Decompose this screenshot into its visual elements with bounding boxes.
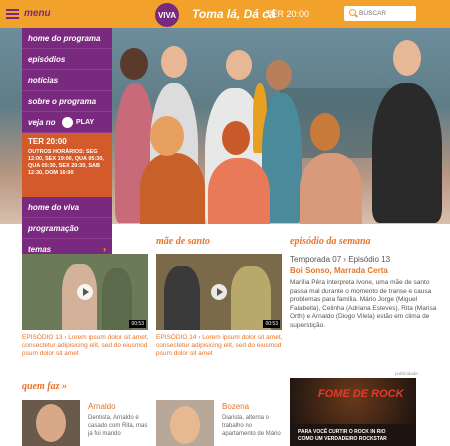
video-duration: 00:53	[129, 320, 146, 328]
search-icon[interactable]	[349, 9, 356, 16]
menu-item-programacao[interactable]: programação	[22, 218, 112, 239]
menu-item-noticias[interactable]: notícias	[22, 70, 112, 91]
play-icon[interactable]	[211, 284, 227, 300]
temas-label: temas	[28, 245, 52, 254]
menu-label[interactable]: menu	[24, 8, 51, 19]
cast-section-title[interactable]: quem faz »	[22, 381, 67, 392]
cast-name[interactable]: Bozena	[222, 402, 249, 411]
show-time: TER 20:00	[266, 9, 310, 19]
video-thumbnail[interactable]: 00:53	[22, 254, 148, 330]
episode-description: Marília Pêra interpreta Ivone, uma mãe d…	[290, 279, 437, 329]
hamburger-menu-icon[interactable]	[6, 9, 19, 19]
cast-photo[interactable]	[156, 400, 214, 446]
ad-title: FOME DE ROCK	[318, 388, 404, 400]
viva-play-icon	[62, 117, 73, 128]
play-label: PLAY	[76, 119, 95, 126]
menu-item-sobre[interactable]: sobre o programa	[22, 91, 112, 112]
play-icon[interactable]	[77, 284, 93, 300]
schedule-box: TER 20:00 OUTROS HORÁRIOS: SEG 12:00, SE…	[22, 133, 112, 197]
schedule-other: OUTROS HORÁRIOS: SEG 12:00, SEX 19:00, Q…	[28, 149, 104, 176]
cast-photo[interactable]	[22, 400, 80, 446]
menu-item-home-viva[interactable]: home do viva	[22, 197, 112, 218]
veja-no-label: veja no	[28, 118, 56, 127]
ad-line-1: PARA VOCÊ CURTIR O ROCK IN RIO	[298, 429, 386, 435]
menu-item-veja-no[interactable]: veja no PLAY	[22, 112, 112, 133]
ad-line-2: COMO UM VERDADEIRO ROCKSTAR	[298, 436, 387, 442]
ad-label: publicidade	[395, 371, 418, 376]
viva-logo[interactable]: VIVA	[155, 3, 179, 27]
schedule-time: TER 20:00	[28, 137, 67, 146]
video-duration: 00:53	[263, 320, 280, 328]
episode-season-line[interactable]: Temporada 07 › Episódio 13	[290, 255, 390, 264]
cast-description: Dentista, Arnaldo é casado com Rita, mas…	[88, 415, 148, 437]
video-caption[interactable]: EPISÓDIO 14 › Lorem ipsum dolor sit amet…	[156, 334, 284, 358]
cast-description: Diarista, alterna o trabalho no apartame…	[222, 415, 281, 437]
menu-item-home-programa[interactable]: home do programa	[22, 28, 112, 49]
show-title: Toma lá, Dá cá	[192, 7, 276, 21]
videos-section-title: mãe de santo	[156, 236, 210, 247]
episode-section-title: episódio da semana	[290, 236, 371, 247]
ad-banner[interactable]: FOME DE ROCK PARA VOCÊ CURTIR O ROCK IN …	[290, 378, 416, 446]
video-caption[interactable]: EPISÓDIO 13 › Lorem ipsum dolor sit amet…	[22, 334, 150, 358]
search-input[interactable]	[359, 8, 413, 19]
video-thumbnail[interactable]: 00:53	[156, 254, 282, 330]
cast-name[interactable]: Arnaldo	[88, 402, 116, 411]
search-box[interactable]	[344, 6, 416, 21]
menu-item-episodios[interactable]: episódios	[22, 49, 112, 70]
top-bar: menu VIVA Toma lá, Dá cá TER 20:00	[0, 0, 450, 28]
episode-title[interactable]: Boi Sonso, Marrada Certa	[290, 266, 388, 275]
side-menu: home do programa episódios notícias sobr…	[22, 28, 112, 281]
